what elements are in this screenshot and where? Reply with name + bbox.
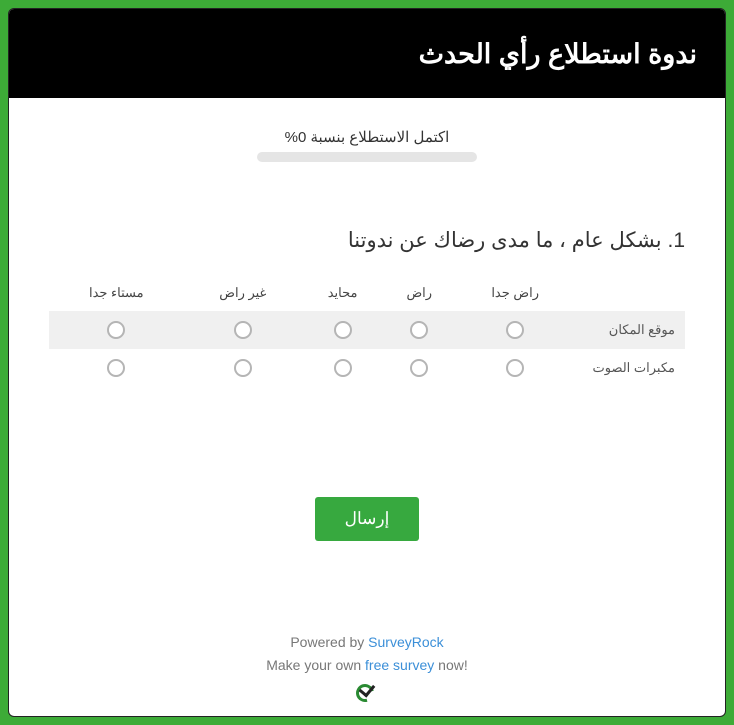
row-label: موقع المكان	[575, 311, 685, 349]
scale-header: غير راض	[184, 275, 302, 311]
row-label: مكبرات الصوت	[575, 349, 685, 387]
progress-text: اكتمل الاستطلاع بنسبة 0%	[9, 128, 725, 146]
matrix-row: موقع المكان	[49, 311, 685, 349]
radio-option[interactable]	[334, 359, 352, 377]
radio-option[interactable]	[234, 321, 252, 339]
radio-option[interactable]	[506, 321, 524, 339]
footer-make-prefix: Make your own	[266, 657, 365, 673]
footer-powered-prefix: Powered by	[290, 634, 368, 650]
scale-header: مستاء جدا	[49, 275, 184, 311]
footer-make-suffix: now!	[434, 657, 467, 673]
progress-bar	[257, 152, 477, 162]
radio-option[interactable]	[506, 359, 524, 377]
survey-title: ندوة استطلاع رأي الحدث	[37, 39, 697, 70]
footer-free-survey-link[interactable]: free survey	[365, 657, 434, 673]
question-title: 1. بشكل عام ، ما مدى رضاك عن ندوتنا	[49, 228, 685, 253]
survey-card: ندوة استطلاع رأي الحدث اكتمل الاستطلاع ب…	[8, 8, 726, 717]
radio-option[interactable]	[234, 359, 252, 377]
submit-button[interactable]: إرسال	[315, 497, 420, 541]
footer: Powered by SurveyRock Make your own free…	[9, 631, 725, 704]
scale-header: محايد	[302, 275, 383, 311]
footer-surveyrock-link[interactable]: SurveyRock	[368, 634, 443, 650]
surveyrock-logo-icon	[356, 682, 378, 704]
radio-option[interactable]	[410, 359, 428, 377]
matrix-row: مكبرات الصوت	[49, 349, 685, 387]
scale-header: راض	[383, 275, 455, 311]
radio-option[interactable]	[334, 321, 352, 339]
radio-option[interactable]	[410, 321, 428, 339]
radio-option[interactable]	[107, 321, 125, 339]
scale-header: راض جدا	[455, 275, 575, 311]
progress-section: اكتمل الاستطلاع بنسبة 0%	[9, 98, 725, 168]
rating-matrix: راض جدا راض محايد غير راض مستاء جدا موقع…	[49, 275, 685, 387]
radio-option[interactable]	[107, 359, 125, 377]
question-block: 1. بشكل عام ، ما مدى رضاك عن ندوتنا راض …	[9, 168, 725, 387]
survey-header: ندوة استطلاع رأي الحدث	[9, 9, 725, 98]
